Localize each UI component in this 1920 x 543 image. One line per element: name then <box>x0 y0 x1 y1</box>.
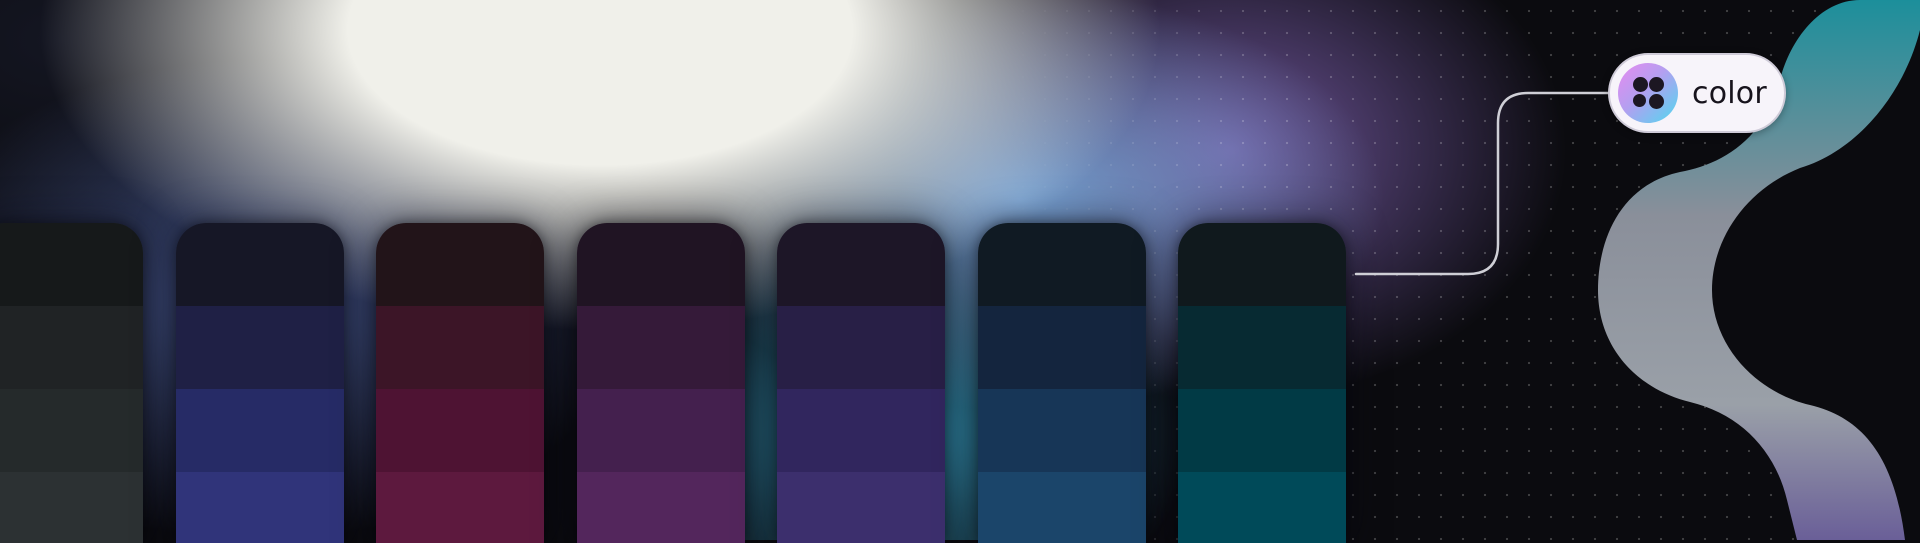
color-badge[interactable]: color <box>1608 53 1786 133</box>
badge-label: color <box>1692 75 1767 111</box>
four-dots-logo-icon <box>1618 63 1678 123</box>
